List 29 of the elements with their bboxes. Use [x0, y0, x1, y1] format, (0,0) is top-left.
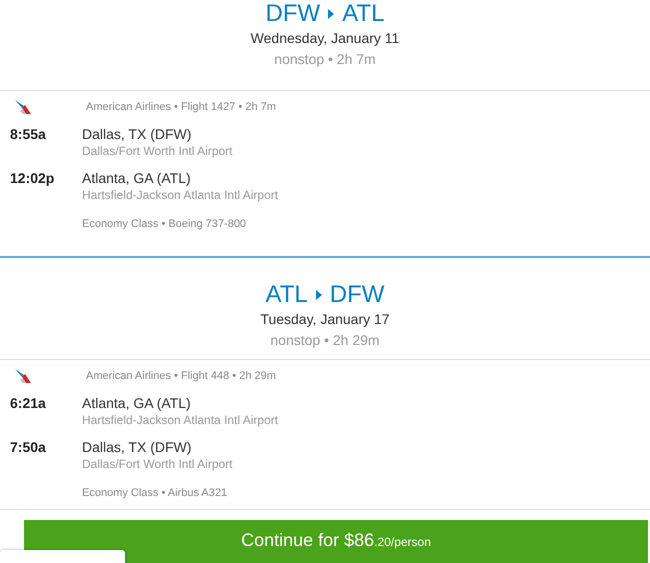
airport-name: Dallas/Fort Worth Intl Airport	[82, 456, 232, 472]
city-name: Dallas, TX (DFW)	[82, 438, 192, 456]
flight-time: 7:50a	[10, 438, 47, 457]
flight-time: 12:02p	[10, 169, 56, 188]
airport-name: Hartsfield-Jackson Atlanta Intl Airport	[82, 412, 278, 428]
route-destination: DFW	[330, 281, 384, 309]
flight-date: Tuesday, January 17	[259, 310, 391, 329]
cabin-info: Economy Class • Boeing 737-800	[82, 218, 246, 230]
flight-time: 6:21a	[10, 394, 47, 413]
airport-name: Hartsfield-Jackson Atlanta Intl Airport	[82, 187, 278, 203]
flight-time: 8:55a	[10, 125, 47, 144]
route-origin: DFW	[266, 0, 320, 28]
flight-summary: nonstop • 2h 7m	[273, 50, 377, 69]
city-name: Atlanta, GA (ATL)	[82, 169, 192, 187]
flight-info: American Airlines • Flight 448 • 2h 29m	[86, 370, 276, 382]
cabin-info: Economy Class • Airbus A321	[82, 487, 228, 499]
flight-date: Wednesday, January 11	[250, 29, 400, 48]
flight-summary: nonstop • 2h 29m	[269, 331, 381, 350]
airport-name: Dallas/Fort Worth Intl Airport	[82, 143, 232, 159]
airline-logo-icon	[14, 99, 32, 115]
city-name: Atlanta, GA (ATL)	[82, 394, 192, 412]
route-origin: ATL	[266, 281, 308, 309]
route-destination: ATL	[342, 0, 384, 28]
caret-icon	[327, 8, 336, 20]
continue-button[interactable]: Continue for $86.20/person	[24, 520, 648, 563]
city-name: Dallas, TX (DFW)	[82, 125, 192, 143]
airline-logo-icon	[14, 368, 32, 384]
caret-icon	[314, 289, 323, 301]
flight-info: American Airlines • Flight 1427 • 2h 7m	[86, 101, 276, 113]
